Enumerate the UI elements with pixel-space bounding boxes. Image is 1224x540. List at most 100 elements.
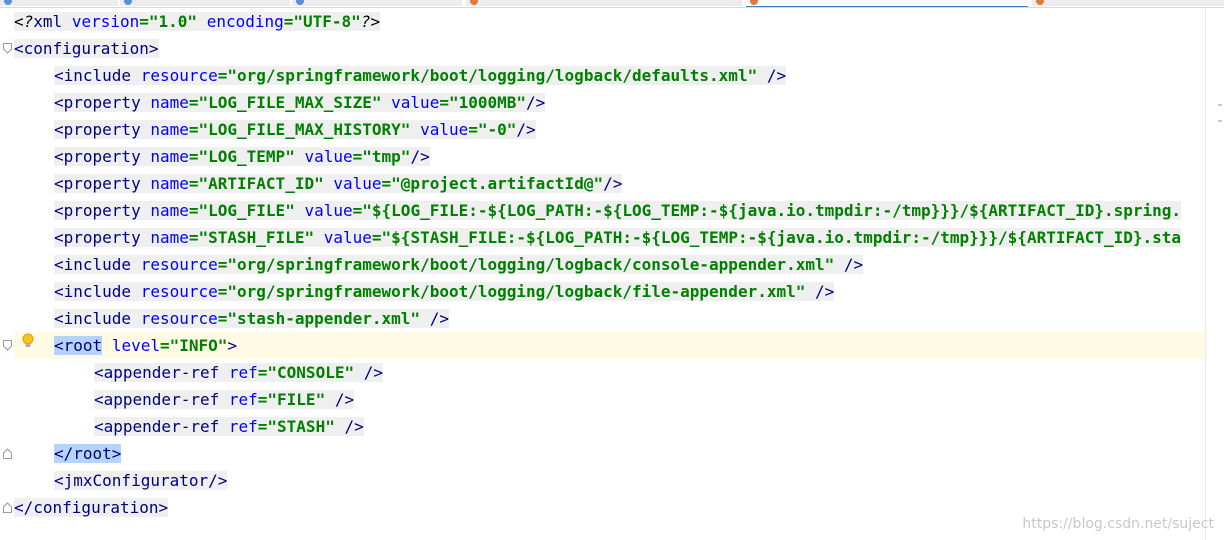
code-token: /> [834, 255, 864, 274]
code-token: ="org/springframework/boot/logging/logba… [217, 255, 835, 274]
code-token: ="INFO" [159, 336, 228, 355]
code-line-content: <root level="INFO"> [54, 336, 237, 355]
editor-tab-active[interactable] [746, 0, 1028, 7]
code-line-content: <appender-ref ref="FILE" /> [94, 390, 355, 409]
code-token: <property [54, 228, 151, 247]
code-token: <configuration> [14, 39, 159, 58]
code-token: ="tmp" [352, 147, 411, 166]
code-text: <root level="INFO"> [54, 336, 237, 355]
code-line[interactable]: <appender-ref ref="FILE" /> [14, 386, 355, 413]
fold-marker-icon[interactable] [3, 502, 12, 513]
code-line[interactable]: </configuration> [14, 494, 169, 521]
code-text: <property name="LOG_TEMP" value="tmp"/> [54, 147, 430, 166]
code-line[interactable]: <appender-ref ref="STASH" /> [14, 413, 364, 440]
code-line[interactable]: <?xml version="1.0" encoding="UTF-8"?> [14, 8, 381, 35]
code-token: level [111, 336, 160, 355]
code-token: <appender-ref [94, 363, 229, 382]
code-token: ="1000MB" [439, 93, 527, 112]
code-line[interactable]: <property name="LOG_TEMP" value="tmp"/> [14, 143, 430, 170]
code-line[interactable]: <property name="ARTIFACT_ID" value="@pro… [14, 170, 623, 197]
editor-tab-strip [0, 0, 1224, 8]
editor-tab[interactable] [466, 0, 742, 6]
code-line[interactable]: <property name="LOG_FILE_MAX_SIZE" value… [14, 89, 546, 116]
code-token: encoding [206, 12, 284, 31]
code-text: <include resource="stash-appender.xml" /… [54, 309, 449, 328]
code-line[interactable]: <include resource="org/springframework/b… [14, 62, 787, 89]
code-token: ="stash-appender.xml" [217, 309, 421, 328]
code-token: ="org/springframework/boot/logging/logba… [217, 66, 758, 85]
scroll-marker [1218, 104, 1222, 106]
code-line-content: <include resource="stash-appender.xml" /… [54, 309, 449, 328]
code-line[interactable]: <appender-ref ref="CONSOLE" /> [14, 359, 383, 386]
code-line[interactable]: <include resource="org/springframework/b… [14, 251, 864, 278]
code-line-content: <include resource="org/springframework/b… [54, 282, 835, 301]
code-line[interactable]: <property name="LOG_FILE_MAX_HISTORY" va… [14, 116, 536, 143]
code-token: /> [410, 147, 430, 166]
code-line[interactable]: <configuration> [14, 35, 159, 62]
code-text: <property name="LOG_FILE_MAX_SIZE" value… [54, 93, 546, 112]
code-token: name [150, 120, 189, 139]
code-token: <include [54, 309, 141, 328]
editor-tab[interactable] [292, 0, 462, 6]
code-text: <property name="ARTIFACT_ID" value="@pro… [54, 174, 623, 193]
editor-tab[interactable] [120, 0, 290, 6]
editor-tab[interactable] [0, 0, 118, 6]
code-token: resource [140, 309, 218, 328]
xml-file-icon [470, 0, 478, 5]
code-token: ref [228, 417, 258, 436]
code-text: <property name="LOG_FILE" value="${LOG_F… [54, 201, 1182, 220]
fold-marker-icon[interactable] [3, 340, 12, 351]
code-token: version [71, 12, 140, 31]
code-token: xml [33, 12, 72, 31]
code-token: name [150, 147, 189, 166]
code-token: ="LOG_FILE" [188, 201, 295, 220]
code-line[interactable]: <jmxConfigurator/> [14, 467, 228, 494]
code-token: ="ARTIFACT_ID" [188, 174, 324, 193]
code-token: /> [334, 417, 364, 436]
code-editor[interactable]: <?xml version="1.0" encoding="UTF-8"?> <c… [14, 8, 1206, 540]
code-line-content: <property name="LOG_TEMP" value="tmp"/> [54, 147, 430, 166]
code-token: resource [140, 255, 218, 274]
code-text: <property name="LOG_FILE_MAX_HISTORY" va… [54, 120, 536, 139]
code-token: > [227, 336, 238, 355]
code-token: <property [54, 147, 151, 166]
code-token: ="FILE" [257, 390, 326, 409]
code-token: <include [54, 282, 141, 301]
code-line-content: <property name="LOG_FILE_MAX_SIZE" value… [54, 93, 546, 112]
lightbulb-icon[interactable] [21, 333, 35, 349]
code-line[interactable]: <property name="LOG_FILE" value="${LOG_F… [14, 197, 1182, 224]
code-line[interactable]: <root level="INFO"> [14, 332, 1206, 359]
code-line[interactable]: <include resource="org/springframework/b… [14, 278, 835, 305]
editor-tab[interactable] [1032, 0, 1224, 6]
code-token: </root> [54, 444, 122, 463]
code-line[interactable]: </root> [14, 440, 122, 467]
code-token: /> [526, 93, 546, 112]
code-token: ? [360, 12, 371, 31]
code-token: ="STASH" [257, 417, 335, 436]
code-line-content: <property name="STASH_FILE" value="${STA… [54, 228, 1182, 247]
editor-gutter[interactable] [0, 8, 14, 540]
fold-marker-icon[interactable] [3, 43, 12, 54]
code-token: /> [603, 174, 623, 193]
code-token: ="${LOG_FILE:-${LOG_PATH:-${LOG_TEMP:-${… [352, 201, 1182, 220]
code-line[interactable]: <include resource="stash-appender.xml" /… [14, 305, 449, 332]
code-line-content: <property name="LOG_FILE_MAX_HISTORY" va… [54, 120, 536, 139]
file-icon [4, 0, 12, 5]
code-token: value [333, 174, 382, 193]
code-token: /> [325, 390, 355, 409]
code-token: < [14, 12, 24, 31]
code-line[interactable]: <property name="STASH_FILE" value="${STA… [14, 224, 1182, 251]
vertical-scrollbar[interactable] [1205, 8, 1224, 540]
code-line-content: <appender-ref ref="CONSOLE" /> [94, 363, 383, 382]
code-token: ="LOG_FILE_MAX_HISTORY" [188, 120, 411, 139]
code-line-content: </root> [54, 444, 122, 463]
file-icon [296, 0, 304, 5]
fold-marker-icon[interactable] [3, 448, 12, 459]
code-line-content: <appender-ref ref="STASH" /> [94, 417, 364, 436]
code-token: ? [23, 12, 34, 31]
code-line-content: <property name="LOG_FILE" value="${LOG_F… [54, 201, 1182, 220]
